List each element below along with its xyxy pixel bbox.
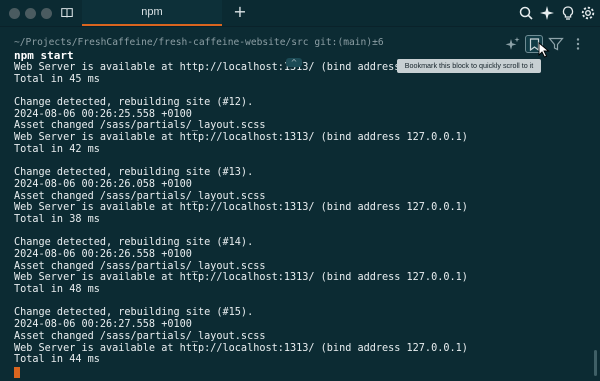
scroll-to-top-button[interactable]: ^ [286,58,302,67]
output-line: 2024-08-06 00:26:27.558 +0100 [14,319,192,331]
output-line: Total in 48 ms [14,284,100,296]
search-icon[interactable] [518,5,534,21]
sparkle-icon[interactable] [539,5,555,21]
output-line: 2024-08-06 00:26:26.058 +0100 [14,178,192,190]
window-minimize-button[interactable] [25,8,36,19]
filter-icon[interactable] [548,36,564,52]
mouse-pointer-icon [538,42,550,58]
output-line: Change detected, rebuilding site (#14). [14,237,254,249]
sparkle-icon[interactable] [505,36,521,52]
output-line: Total in 44 ms [14,354,100,366]
book-icon[interactable] [60,6,74,20]
window-zoom-button[interactable] [41,8,52,19]
more-icon[interactable] [570,36,586,52]
scrollbar[interactable] [594,350,597,376]
window-close-button[interactable] [9,8,20,19]
gear-icon[interactable] [580,5,596,21]
command-output: Web Server is available at http://localh… [14,62,584,368]
new-tab-button[interactable]: + [232,4,248,20]
working-directory-prompt: ~/Projects/FreshCaffeine/fresh-caffeine-… [14,37,384,48]
output-line: Change detected, rebuilding site (#13). [14,167,254,179]
output-line: Total in 45 ms [14,73,100,85]
tab-label: npm [141,6,163,18]
output-line: Change detected, rebuilding site (#12). [14,97,254,109]
command-text: npm start [14,49,74,62]
output-line: Web Server is available at http://localh… [14,202,468,214]
output-line: Web Server is available at http://localh… [14,342,468,354]
output-line: 2024-08-06 00:26:26.558 +0100 [14,249,192,260]
output-line: Asset changed /sass/partials/_layout.scs… [14,330,266,342]
terminal-cursor [14,367,20,378]
bookmark-tooltip: Bookmark this block to quickly scroll to… [397,59,541,73]
output-line: Asset changed /sass/partials/_layout.scs… [14,190,266,202]
output-line: Total in 38 ms [14,213,100,225]
output-line: Web Server is available at http://localh… [14,272,468,284]
output-line: 2024-08-06 00:26:25.558 +0100 [14,108,192,120]
title-bar: npm + [0,0,600,27]
output-line: Web Server is available at http://localh… [14,132,468,144]
output-line: Asset changed /sass/partials/_layout.scs… [14,260,266,272]
tab-npm[interactable]: npm [82,0,222,26]
output-line: Asset changed /sass/partials/_layout.scs… [14,120,266,132]
output-line: Total in 42 ms [14,143,100,155]
lightbulb-icon[interactable] [560,5,576,21]
output-line: Change detected, rebuilding site (#15). [14,307,254,319]
